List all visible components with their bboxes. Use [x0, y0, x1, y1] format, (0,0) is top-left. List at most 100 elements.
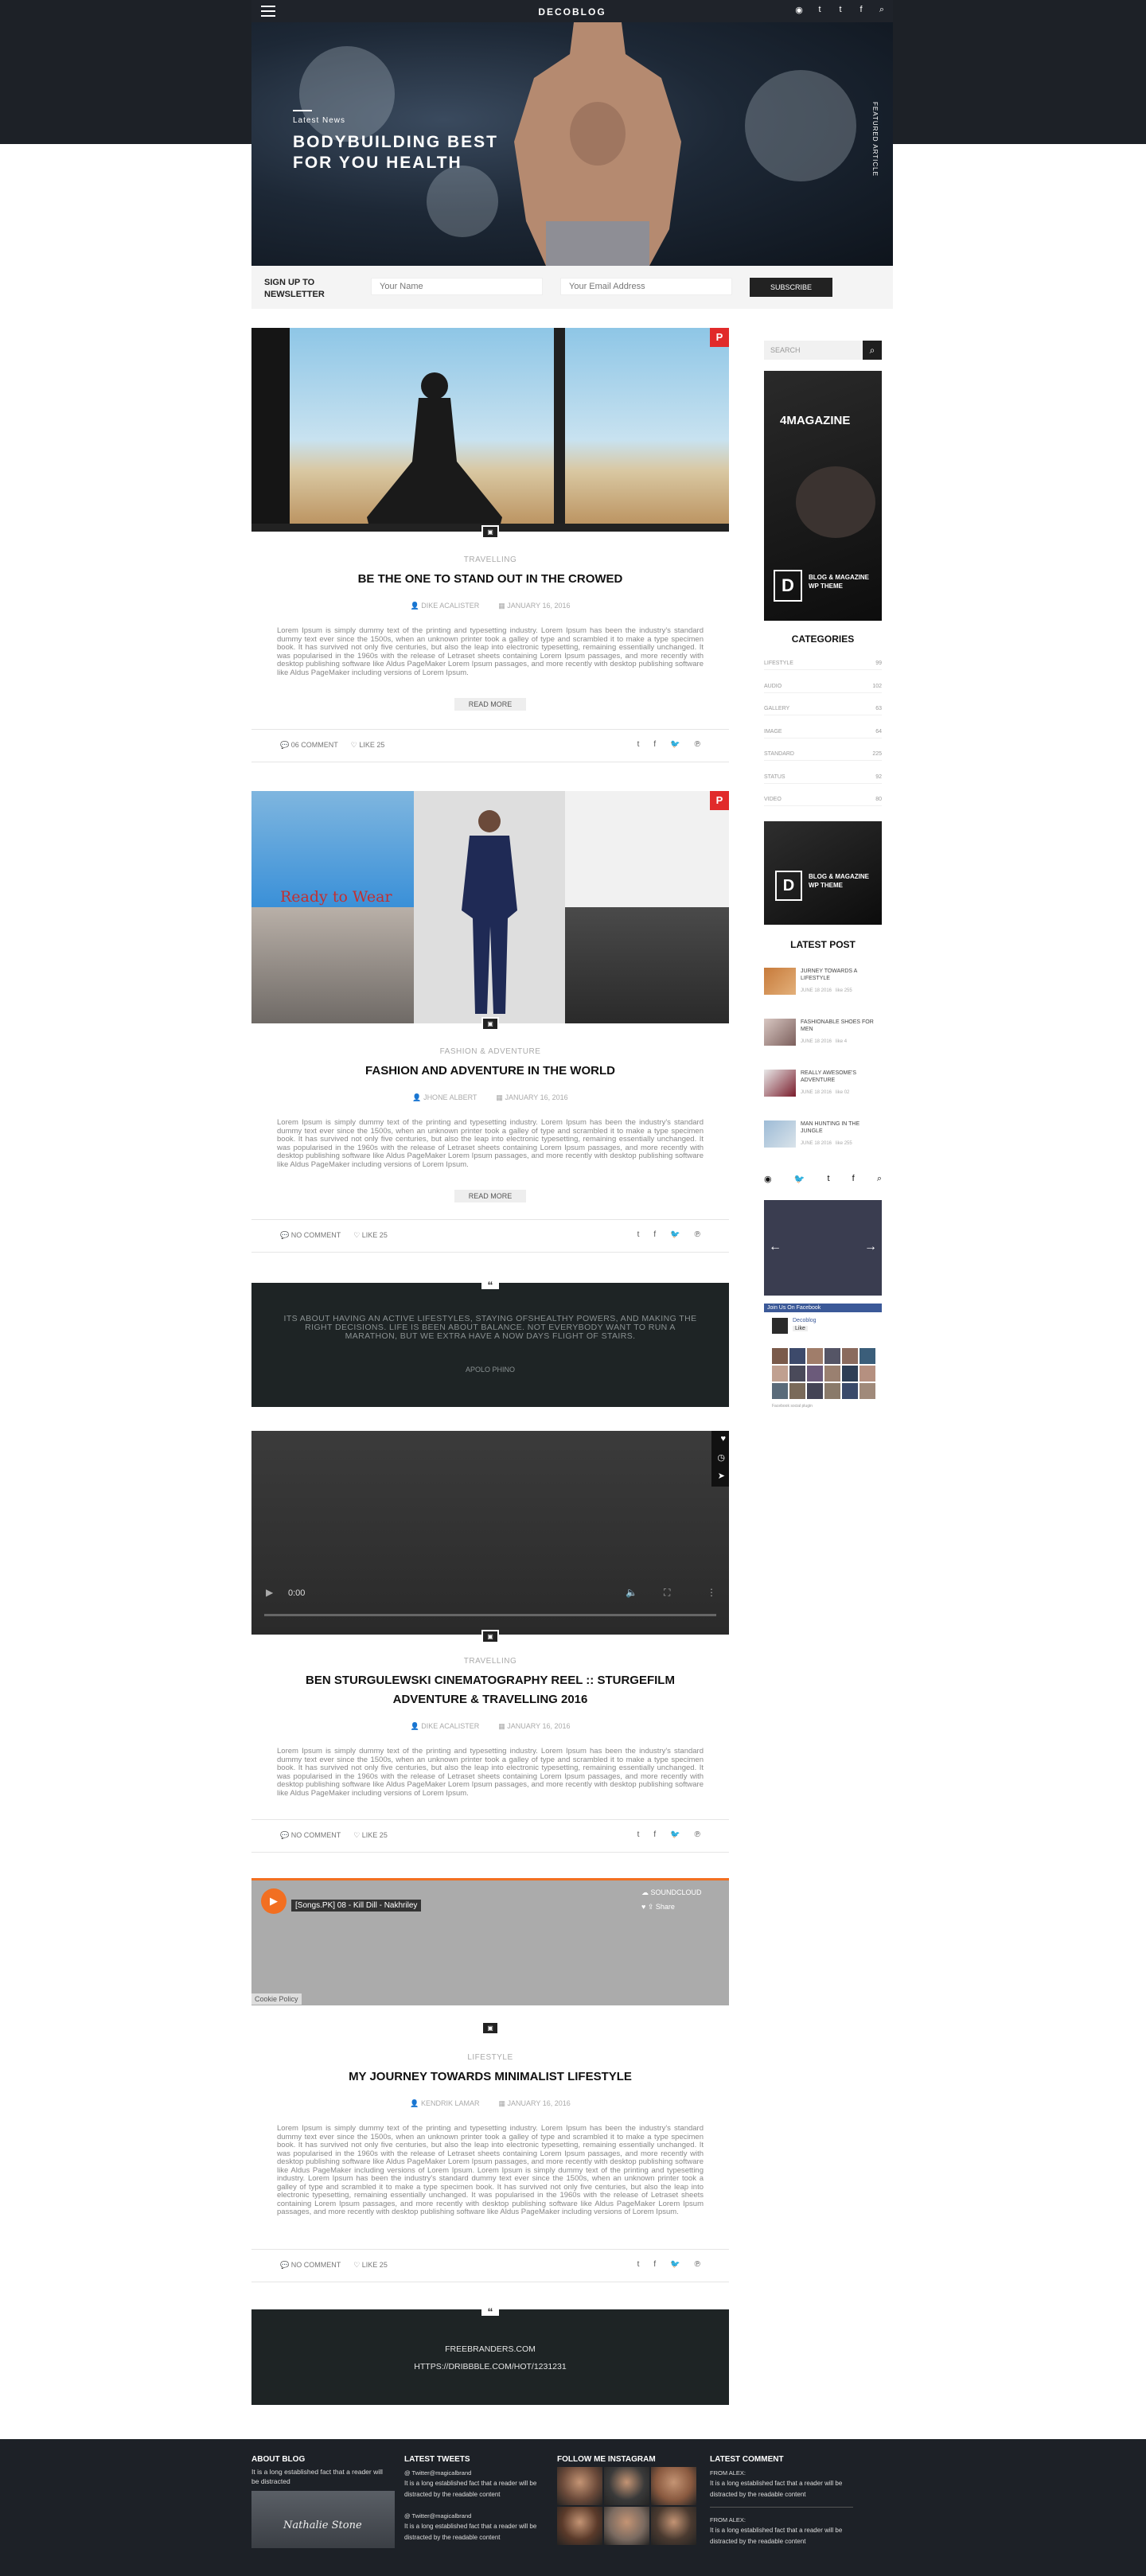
- tumblr-icon[interactable]: t: [836, 5, 845, 15]
- link-line-2[interactable]: HTTPS://DRIBBBLE.COM/HOT/1231231: [251, 2362, 729, 2371]
- pinterest-button[interactable]: P: [710, 791, 729, 810]
- category-item[interactable]: IMAGE 64: [764, 729, 882, 739]
- latest-post-thumb[interactable]: [764, 968, 796, 995]
- hero-featured[interactable]: Latest News BODYBUILDING BEST FOR YOU HE…: [251, 22, 893, 266]
- read-more-button[interactable]: READ MORE: [454, 698, 526, 711]
- tumblr-icon[interactable]: t: [828, 1174, 830, 1184]
- read-more-button[interactable]: READ MORE: [454, 1190, 526, 1202]
- search-icon[interactable]: ⌕: [877, 5, 887, 15]
- volume-icon[interactable]: 🔈: [626, 1587, 637, 1598]
- category-item[interactable]: STANDARD 225: [764, 751, 882, 761]
- comment-count[interactable]: 💬 06 COMMENT: [280, 741, 338, 749]
- post-title[interactable]: FASHION AND ADVENTURE IN THE WORLD: [283, 1062, 697, 1081]
- play-icon[interactable]: ▶: [266, 1587, 273, 1598]
- latest-post-item[interactable]: MAN HUNTING IN THE JUNGLE JUNE 18 2016 li…: [764, 1120, 882, 1152]
- like-count[interactable]: ♡ LIKE 25: [353, 1231, 388, 1239]
- latest-post-title[interactable]: JURNEY TOWARDS A LIFESTYLE: [801, 968, 880, 982]
- comment-count[interactable]: 💬 NO COMMENT: [280, 1231, 341, 1239]
- fb-follower-avatar[interactable]: [807, 1383, 823, 1399]
- facebook-share-icon[interactable]: f: [653, 2260, 656, 2269]
- fb-follower-avatar[interactable]: [860, 1366, 875, 1382]
- fb-follower-avatar[interactable]: [807, 1366, 823, 1382]
- play-icon[interactable]: ▶: [261, 1888, 286, 1914]
- pinterest-share-icon[interactable]: ℗: [695, 2260, 700, 2269]
- fb-follower-avatar[interactable]: [789, 1348, 805, 1364]
- latest-post-title[interactable]: FASHIONABLE SHOES FOR MEN: [801, 1019, 880, 1033]
- fb-follower-avatar[interactable]: [842, 1366, 858, 1382]
- fb-follower-avatar[interactable]: [772, 1366, 788, 1382]
- fb-follower-avatar[interactable]: [807, 1348, 823, 1364]
- video-player[interactable]: ♥ ◷ ➤ ▶ 0:00 🔈 ⛶ ⋮: [251, 1431, 729, 1635]
- fb-follower-avatar[interactable]: [772, 1383, 788, 1399]
- instagram-photo[interactable]: [604, 2507, 649, 2545]
- fb-follower-avatar[interactable]: [842, 1383, 858, 1399]
- send-icon[interactable]: ➤: [718, 1471, 725, 1481]
- pinterest-share-icon[interactable]: ℗: [695, 1830, 700, 1839]
- latest-post-item[interactable]: JURNEY TOWARDS A LIFESTYLE JUNE 18 2016 l…: [764, 968, 882, 1000]
- facebook-icon[interactable]: f: [856, 5, 866, 15]
- facebook-share-icon[interactable]: f: [653, 1830, 656, 1839]
- latest-post-thumb[interactable]: [764, 1120, 796, 1148]
- pinterest-button[interactable]: P: [710, 328, 729, 347]
- instagram-photo[interactable]: [557, 2507, 602, 2545]
- tumblr-share-icon[interactable]: t: [637, 740, 640, 749]
- post-category[interactable]: LIFESTYLE: [251, 2053, 729, 2062]
- fb-follower-avatar[interactable]: [772, 1348, 788, 1364]
- arrow-right-icon[interactable]: →: [864, 1240, 877, 1254]
- category-item[interactable]: GALLERY 63: [764, 706, 882, 715]
- tweet-handle[interactable]: @ Twitter@magicalbrand: [404, 2469, 548, 2478]
- facebook-icon[interactable]: f: [852, 1174, 855, 1184]
- category-item[interactable]: AUDIO 102: [764, 684, 882, 693]
- link-line-1[interactable]: FREEBRANDERS.COM: [251, 2344, 729, 2354]
- fb-page-name[interactable]: Decoblog: [793, 1318, 817, 1323]
- tumblr-share-icon[interactable]: t: [637, 1830, 640, 1839]
- pinterest-share-icon[interactable]: ℗: [695, 740, 700, 749]
- tweet-handle[interactable]: @ Twitter@magicalbrand: [404, 2512, 548, 2521]
- fb-follower-avatar[interactable]: [789, 1383, 805, 1399]
- instagram-photo[interactable]: [651, 2467, 696, 2505]
- search-button[interactable]: ⌕: [863, 341, 882, 360]
- name-input[interactable]: Your Name: [371, 278, 543, 295]
- tumblr-share-icon[interactable]: t: [637, 1230, 640, 1239]
- tumblr-share-icon[interactable]: t: [637, 2260, 640, 2269]
- clock-icon[interactable]: ◷: [717, 1452, 725, 1463]
- fb-like-button[interactable]: Like: [793, 1326, 808, 1331]
- comment-author[interactable]: FROM ALEX:: [710, 2516, 853, 2525]
- email-input[interactable]: Your Email Address: [560, 278, 732, 295]
- cookie-policy-link[interactable]: Cookie Policy: [251, 1993, 302, 2005]
- rss-icon[interactable]: ◉: [764, 1174, 772, 1184]
- like-count[interactable]: ♡ LIKE 25: [351, 741, 385, 749]
- post-title[interactable]: BEN STURGULEWSKI CINEMATOGRAPHY REEL :: …: [283, 1671, 697, 1709]
- post-title[interactable]: BE THE ONE TO STAND OUT IN THE CROWED: [283, 570, 697, 589]
- sidebar-ad[interactable]: 4MAGAZINE D BLOG & MAGAZINE WP THEME: [764, 371, 882, 621]
- post-category[interactable]: FASHION & ADVENTURE: [251, 1047, 729, 1056]
- twitter-share-icon[interactable]: 🐦: [670, 2260, 680, 2269]
- latest-post-title[interactable]: REALLY AWESOME'S ADVENTURE: [801, 1070, 880, 1084]
- pinterest-share-icon[interactable]: ℗: [695, 1230, 700, 1239]
- like-count[interactable]: ♡ LIKE 25: [353, 1831, 388, 1839]
- twitter-share-icon[interactable]: 🐦: [670, 1230, 680, 1239]
- soundcloud-player[interactable]: ▶ [Songs.PK] 08 - Kill Dill - Nakhriley …: [251, 1878, 729, 2005]
- heart-icon[interactable]: ♥: [720, 1434, 726, 1444]
- instagram-photo[interactable]: [651, 2507, 696, 2545]
- fb-follower-avatar[interactable]: [824, 1366, 840, 1382]
- comment-count[interactable]: 💬 NO COMMENT: [280, 1831, 341, 1839]
- post-image[interactable]: [251, 328, 729, 532]
- category-item[interactable]: STATUS 92: [764, 774, 882, 784]
- latest-post-thumb[interactable]: [764, 1019, 796, 1046]
- fb-follower-avatar[interactable]: [824, 1383, 840, 1399]
- instagram-photo[interactable]: [557, 2467, 602, 2505]
- comment-count[interactable]: 💬 NO COMMENT: [280, 2261, 341, 2269]
- fb-follower-avatar[interactable]: [860, 1348, 875, 1364]
- fb-follower-avatar[interactable]: [860, 1383, 875, 1399]
- fb-follower-avatar[interactable]: [789, 1366, 805, 1382]
- subscribe-button[interactable]: SUBSCRIBE: [750, 278, 832, 297]
- post-title[interactable]: MY JOURNEY TOWARDS MINIMALIST LIFESTYLE: [283, 2067, 697, 2087]
- hero-title[interactable]: BODYBUILDING BEST FOR YOU HEALTH: [293, 132, 516, 173]
- facebook-widget[interactable]: Join Us On Facebook Decoblog Like Facebo…: [764, 1304, 882, 1415]
- latest-post-thumb[interactable]: [764, 1070, 796, 1097]
- fullscreen-icon[interactable]: ⛶: [664, 1587, 670, 1599]
- latest-post-item[interactable]: REALLY AWESOME'S ADVENTURE JUNE 18 2016 l…: [764, 1070, 882, 1101]
- instagram-photo[interactable]: [604, 2467, 649, 2505]
- like-count[interactable]: ♡ LIKE 25: [353, 2261, 388, 2269]
